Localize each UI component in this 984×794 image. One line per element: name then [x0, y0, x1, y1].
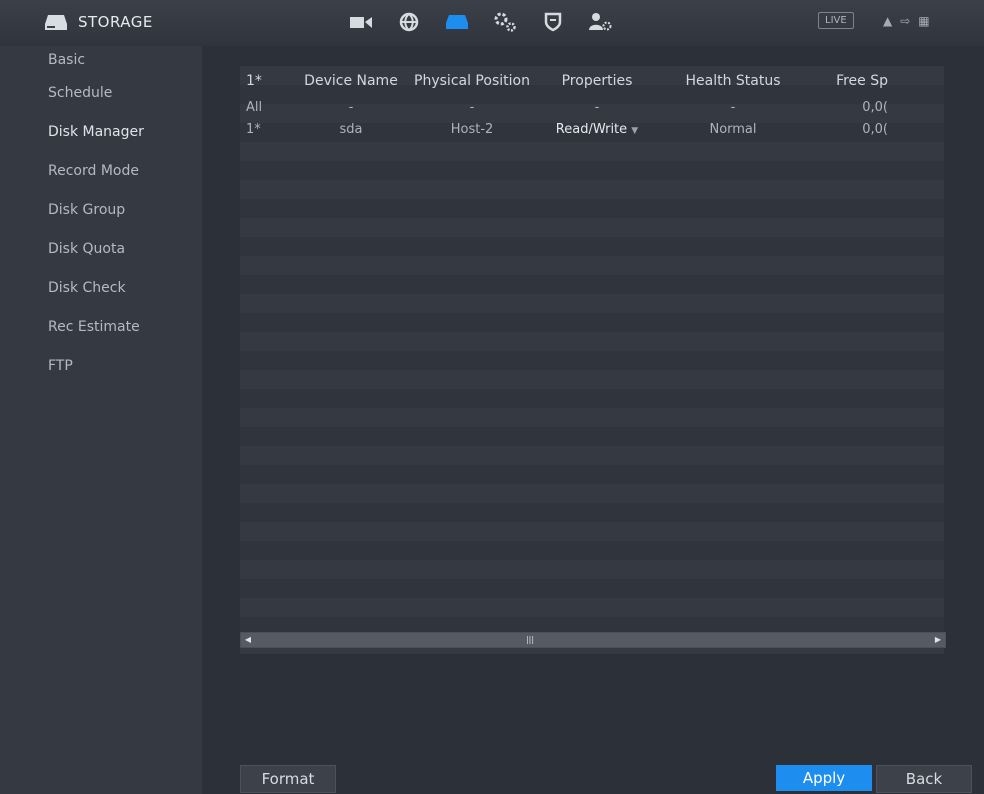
format-button[interactable]: Format	[240, 765, 336, 793]
chevron-down-icon: ▼	[631, 125, 639, 136]
sidebar-item-disk-quota[interactable]: Disk Quota	[0, 230, 202, 269]
device-name-cell: sda	[339, 121, 363, 137]
scrollbar-thumb[interactable]: |||	[523, 636, 537, 644]
sidebar-item-schedule[interactable]: Schedule	[0, 74, 202, 113]
network-icon[interactable]	[396, 10, 422, 34]
column-header-free-space: Free Sp	[836, 73, 888, 89]
scroll-right-icon[interactable]: ▶	[931, 633, 945, 647]
scroll-left-icon[interactable]: ◀	[241, 633, 255, 647]
live-button[interactable]: LIVE	[818, 12, 854, 29]
sidebar-item-record-mode[interactable]: Record Mode	[0, 152, 202, 191]
column-header-properties: Properties	[561, 73, 633, 89]
camera-icon[interactable]	[348, 10, 374, 34]
health-status-cell: -	[730, 99, 736, 115]
table-row-sda[interactable]: 1* sda Host-2 Read/Write ▼ Normal 0,0(	[240, 118, 944, 140]
column-header-health-status: Health Status	[685, 73, 781, 89]
user-icon[interactable]: ▲	[883, 14, 892, 28]
column-header-device-name: Device Name	[304, 73, 398, 89]
page-header: STORAGE	[44, 12, 153, 32]
properties-dropdown[interactable]: Read/Write ▼	[536, 122, 658, 137]
back-button[interactable]: Back	[876, 765, 972, 793]
page-title: STORAGE	[78, 13, 153, 31]
column-header-physical-position: Physical Position	[414, 73, 530, 89]
top-bar: STORAGE LIVE ▲ ⇨ ▦	[0, 0, 984, 47]
top-right-controls: ▲ ⇨ ▦	[883, 14, 930, 28]
sidebar-item-disk-group[interactable]: Disk Group	[0, 191, 202, 230]
sidebar-item-rec-estimate[interactable]: Rec Estimate	[0, 308, 202, 347]
sidebar-item-disk-check[interactable]: Disk Check	[0, 269, 202, 308]
table-row-all[interactable]: All - - - - 0,0(	[240, 96, 944, 118]
row-index: 1*	[246, 121, 261, 137]
sidebar-item-basic[interactable]: Basic	[0, 46, 202, 74]
storage-icon	[45, 15, 67, 30]
security-shield-icon[interactable]	[540, 10, 566, 34]
physical-position-cell: -	[469, 99, 475, 115]
main-menu	[348, 10, 614, 34]
sidebar-item-ftp[interactable]: FTP	[0, 347, 202, 386]
physical-position-cell: Host-2	[450, 121, 494, 137]
sidebar-item-disk-manager[interactable]: Disk Manager	[0, 113, 202, 152]
column-header-index[interactable]: 1*	[240, 73, 294, 89]
free-space-cell: 0,0(	[862, 121, 888, 137]
table-header: 1* Device Name Physical Position Propert…	[240, 66, 944, 96]
main-content: 1* Device Name Physical Position Propert…	[202, 46, 984, 794]
row-index: All	[246, 99, 263, 115]
properties-cell: -	[594, 99, 600, 115]
logout-icon[interactable]: ⇨	[900, 14, 910, 28]
grid-icon[interactable]: ▦	[918, 14, 929, 28]
account-icon[interactable]	[588, 10, 614, 34]
sidebar: Basic Schedule Disk Manager Record Mode …	[0, 46, 203, 794]
system-settings-icon[interactable]	[492, 10, 518, 34]
horizontal-scrollbar[interactable]: ◀ ||| ▶	[240, 632, 946, 648]
disk-table: 1* Device Name Physical Position Propert…	[240, 66, 944, 654]
device-name-cell: -	[348, 99, 354, 115]
apply-button[interactable]: Apply	[776, 765, 872, 791]
properties-value: Read/Write	[555, 121, 628, 137]
health-status-cell: Normal	[709, 121, 757, 137]
free-space-cell: 0,0(	[862, 99, 888, 115]
storage-menu-icon[interactable]	[444, 10, 470, 34]
